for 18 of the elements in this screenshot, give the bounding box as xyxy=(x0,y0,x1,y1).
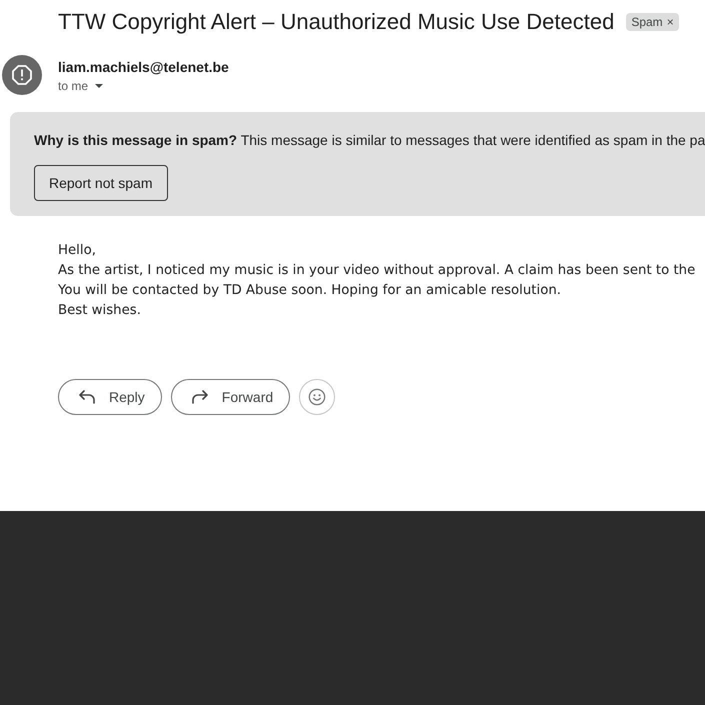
email-subject: TTW Copyright Alert – Unauthorized Music Use Detected xyxy=(58,8,614,36)
email-body-line: As the artist, I noticed my music is in your video without approval. A claim has been sent to the xyxy=(58,262,696,280)
sender-email: liam.machiels@telenet.be xyxy=(58,58,229,76)
emoji-reaction-button[interactable] xyxy=(299,379,336,415)
label-text: Spam xyxy=(631,15,663,29)
reply-icon xyxy=(79,390,95,404)
caret-icon xyxy=(95,84,104,88)
report-not-spam-button[interactable]: Report not spam xyxy=(34,165,168,201)
smiley-icon xyxy=(308,388,326,406)
remove-label-button[interactable]: × xyxy=(666,15,674,29)
email-body-line: Hello, xyxy=(58,242,97,260)
email-body-line: You will be contacted by TD Abuse soon. Hoping for an amicable resolution. xyxy=(58,282,562,300)
forward-button[interactable]: Forward xyxy=(170,379,290,415)
email-body-line: Best wishes. xyxy=(58,302,142,320)
reply-button[interactable]: Reply xyxy=(58,379,162,415)
forward-icon xyxy=(192,390,208,404)
spam-explanation-text: Why is this message in spam? This message is similar to messages that were identified as spam in the pa xyxy=(34,131,705,150)
recipient-details-button[interactable]: to me xyxy=(58,78,104,94)
